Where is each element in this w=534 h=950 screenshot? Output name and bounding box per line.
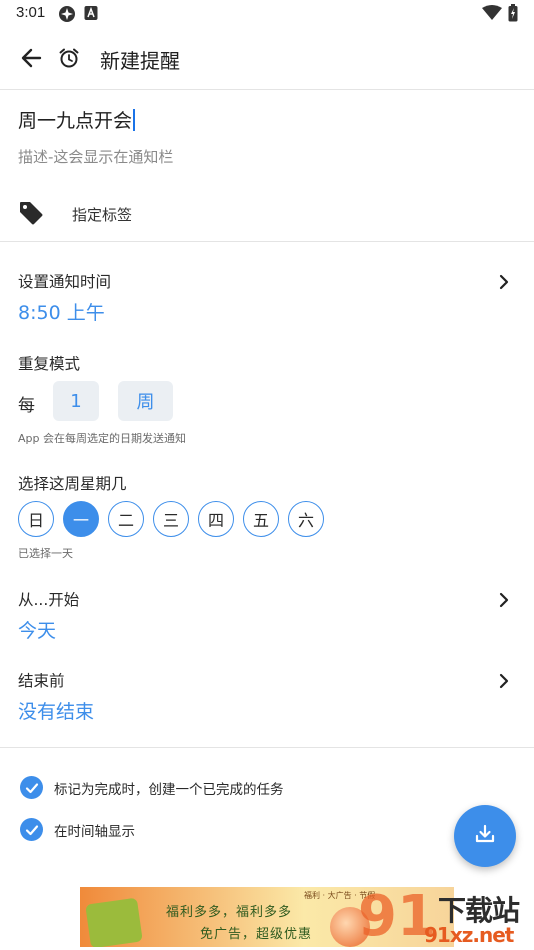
wifi-icon xyxy=(482,5,502,25)
repeat-interval-input[interactable]: 1 xyxy=(53,381,99,421)
option-label: 标记为完成时，创建一个已完成的任务 xyxy=(54,781,284,798)
reminder-title-input[interactable]: 周一九点开会 xyxy=(18,106,136,133)
save-fab-button[interactable] xyxy=(454,805,516,867)
status-bar: 3:01 xyxy=(0,0,534,28)
end-date-value: 没有结束 xyxy=(18,701,95,723)
checkbox-checked-icon[interactable] xyxy=(20,818,43,841)
divider xyxy=(0,747,534,748)
chevron-right-icon xyxy=(498,274,510,294)
end-date-row[interactable]: 结束前 没有结束 xyxy=(0,657,534,727)
every-label: 每 xyxy=(18,396,35,416)
assign-tag-row[interactable]: 指定标签 xyxy=(0,192,534,236)
checkbox-checked-icon[interactable] xyxy=(20,776,43,799)
option-label: 在时间轴显示 xyxy=(54,823,135,840)
watermark-url: 91xz.net xyxy=(424,923,514,947)
weekday-wed[interactable]: 三 xyxy=(153,501,189,537)
status-time: 3:01 xyxy=(16,4,46,21)
text-caret xyxy=(133,108,136,131)
gift-bag-icon xyxy=(85,897,143,947)
app-bar: 新建提醒 xyxy=(0,28,534,90)
app-notification-icon xyxy=(84,5,98,25)
page-title: 新建提醒 xyxy=(100,49,180,73)
weekday-hint: 已选择一天 xyxy=(18,547,73,560)
description-input[interactable]: 描述-这会显示在通知栏 xyxy=(18,146,173,167)
site-watermark: 91 下载站 91xz.net xyxy=(358,887,534,950)
start-date-value: 今天 xyxy=(18,620,57,642)
weekday-tue[interactable]: 二 xyxy=(108,501,144,537)
chevron-right-icon xyxy=(498,592,510,612)
arrow-back-icon[interactable] xyxy=(20,47,42,73)
notify-time-label: 设置通知时间 xyxy=(18,273,112,291)
save-download-icon xyxy=(473,822,497,850)
vpn-key-icon xyxy=(58,5,76,27)
start-date-label: 从...开始 xyxy=(18,591,80,609)
start-date-row[interactable]: 从...开始 今天 xyxy=(0,576,534,646)
weekday-picker: 日 一 二 三 四 五 六 xyxy=(18,501,324,537)
weekday-select-label: 选择这周星期几 xyxy=(18,475,127,493)
assign-tag-label: 指定标签 xyxy=(72,206,133,224)
weekday-mon[interactable]: 一 xyxy=(63,501,99,537)
repeat-unit-select[interactable]: 周 xyxy=(118,381,173,421)
end-date-label: 结束前 xyxy=(18,672,65,690)
notify-time-value: 8:50 上午 xyxy=(18,302,105,324)
battery-charging-icon xyxy=(508,4,518,26)
option-show-in-timeline[interactable]: 在时间轴显示 xyxy=(20,818,135,841)
weekday-sat[interactable]: 六 xyxy=(288,501,324,537)
chevron-right-icon xyxy=(498,673,510,693)
tag-icon xyxy=(18,200,44,230)
weekday-thu[interactable]: 四 xyxy=(198,501,234,537)
option-create-completed-task[interactable]: 标记为完成时，创建一个已完成的任务 xyxy=(20,776,284,799)
alarm-clock-icon xyxy=(58,47,80,73)
reminder-title-text: 周一九点开会 xyxy=(18,110,133,132)
ad-line-1: 福利多多，福利多多 xyxy=(166,905,293,920)
notify-time-row[interactable]: 设置通知时间 8:50 上午 xyxy=(0,258,534,328)
repeat-hint: App 会在每周选定的日期发送通知 xyxy=(18,432,186,445)
weekday-fri[interactable]: 五 xyxy=(243,501,279,537)
divider xyxy=(0,241,534,242)
repeat-mode-label: 重复模式 xyxy=(18,355,81,373)
ad-line-2: 免广告，超级优惠 xyxy=(200,927,313,942)
weekday-sun[interactable]: 日 xyxy=(18,501,54,537)
